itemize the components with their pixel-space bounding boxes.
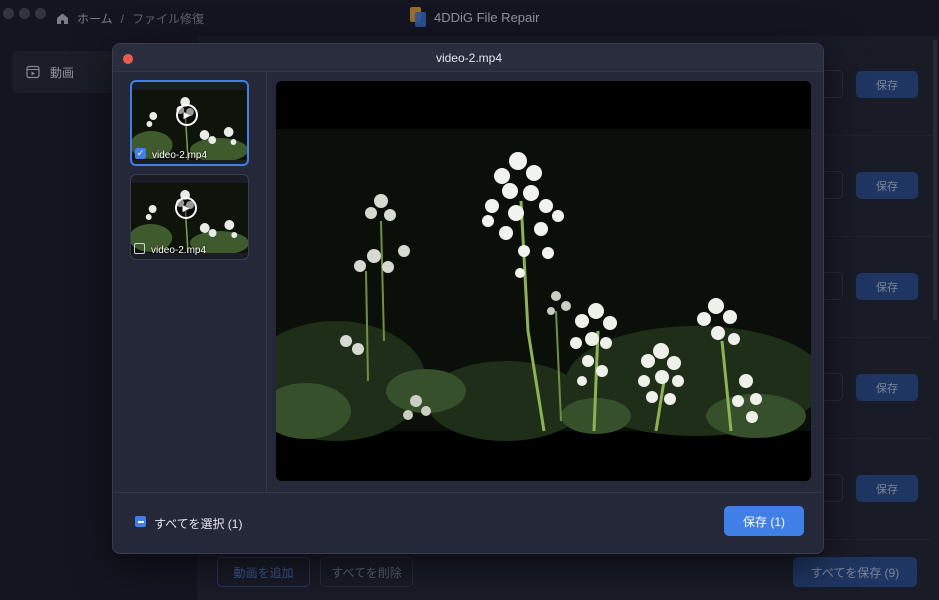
thumbnail-item[interactable]: ▶ ✓ video-2.mp4	[130, 80, 249, 166]
thumbnail-item[interactable]: ▶ video-2.mp4	[130, 174, 249, 260]
dialog-footer: すべてを選択 (1) 保存 (1)	[113, 492, 823, 553]
dialog-header: video-2.mp4	[113, 44, 823, 72]
select-all-label[interactable]: すべてを選択 (1)	[154, 515, 242, 532]
thumbnail-filename: video-2.mp4	[152, 150, 208, 161]
dialog-save-button[interactable]: 保存 (1)	[724, 506, 804, 536]
thumbnail-list: ▶ ✓ video-2.mp4 ▶ video-2.mp4	[113, 72, 267, 492]
thumbnail-checkbox[interactable]: ✓	[135, 148, 146, 159]
video-frame-image	[276, 81, 811, 481]
select-all-checkbox[interactable]	[135, 516, 146, 527]
play-icon[interactable]: ▶	[175, 197, 197, 219]
thumbnail-checkbox[interactable]	[134, 243, 145, 254]
dialog-title: video-2.mp4	[435, 51, 503, 65]
preview-dialog: video-2.mp4 ▶ ✓ video-2.mp4 ▶ video-2.mp…	[112, 43, 824, 554]
play-icon[interactable]: ▶	[176, 104, 198, 126]
video-preview[interactable]	[276, 81, 811, 481]
thumbnail-filename: video-2.mp4	[151, 245, 207, 256]
